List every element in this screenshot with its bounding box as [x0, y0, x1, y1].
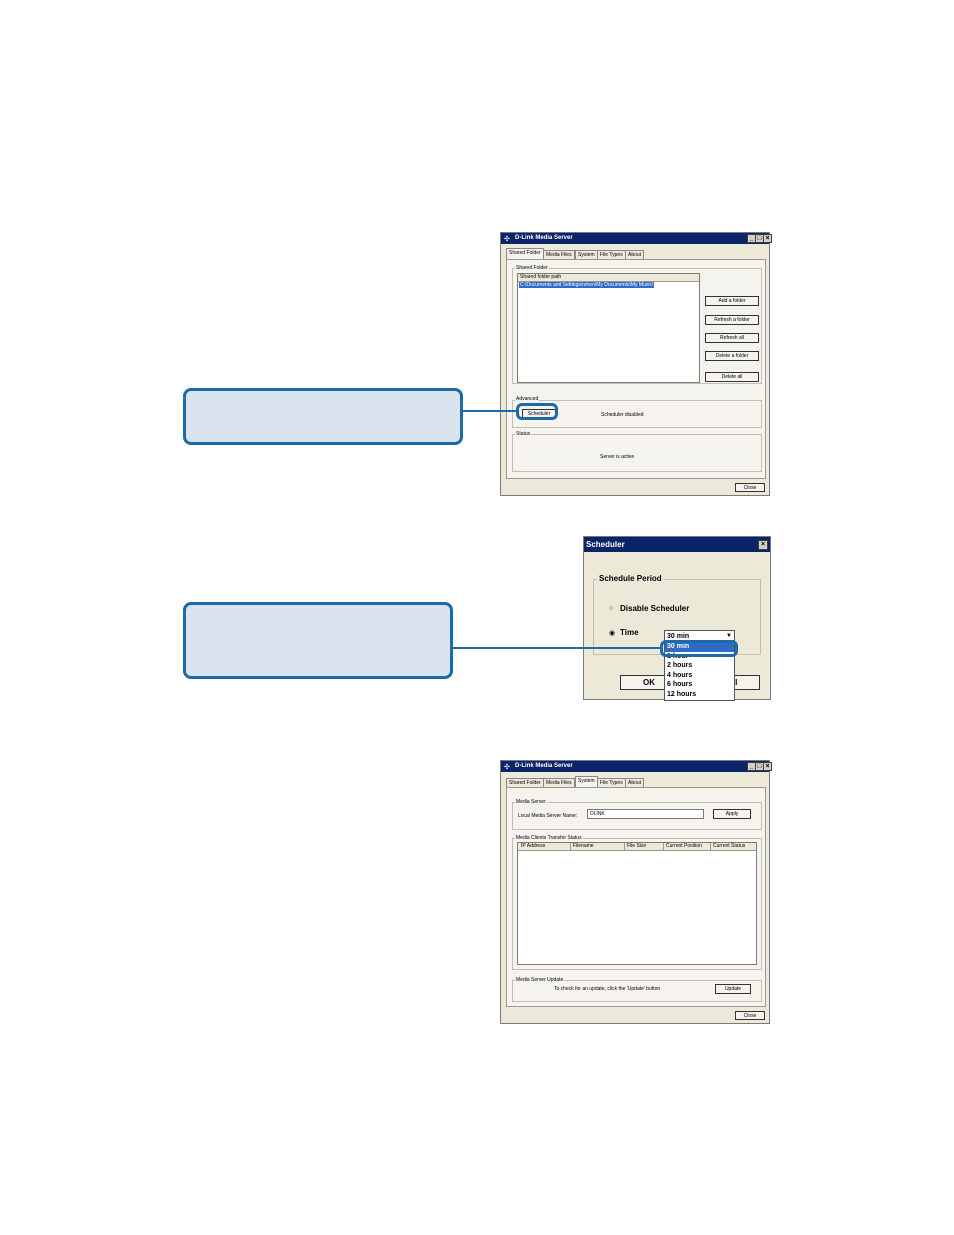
- tab-about[interactable]: About: [625, 250, 645, 259]
- option-6-hours[interactable]: 6 hours: [665, 680, 734, 690]
- server-status-text: Server is active: [600, 454, 635, 460]
- tab-about-2[interactable]: About: [625, 778, 645, 787]
- scheduler-close-button[interactable]: ×: [758, 540, 768, 550]
- column-ip-address[interactable]: IP Address: [521, 843, 545, 850]
- advanced-label: Advanced: [515, 396, 540, 402]
- app-icon-2: ✣: [504, 764, 510, 771]
- scheduler-status: Scheduler disabled: [601, 412, 644, 418]
- column-current-position[interactable]: Current Position: [663, 843, 702, 850]
- transfer-table-header: IP Address Filename File Size Current Po…: [518, 843, 756, 851]
- tab-shared-folder[interactable]: Shared Folder: [506, 248, 544, 259]
- add-folder-button[interactable]: Add a folder: [705, 296, 759, 306]
- tab-system-2[interactable]: System: [575, 776, 598, 787]
- disable-radio[interactable]: ○: [609, 605, 613, 612]
- list-item-music[interactable]: C:\Documents and Settings\rshen\My Docum…: [519, 282, 655, 288]
- title-bar: D-Link Media Server: [501, 233, 769, 244]
- time-callout: [183, 602, 453, 679]
- transfer-status-label: Media Clients Transfer Status: [515, 835, 583, 841]
- status-label: Status: [515, 431, 532, 437]
- server-name-label: Local Media Server Name:: [518, 813, 578, 819]
- transfer-status-table[interactable]: IP Address Filename File Size Current Po…: [517, 842, 757, 965]
- system-panel: Media Server Local Media Server Name: DL…: [506, 787, 766, 1007]
- shared-folder-label: Shared Folder: [515, 265, 549, 271]
- close-window-button[interactable]: Close: [735, 483, 765, 492]
- scheduler-callout: [183, 388, 463, 445]
- media-server-label: Media Server: [515, 799, 547, 805]
- tab-shared-folder-2[interactable]: Shared Folder: [506, 778, 544, 787]
- tab-media-files-2[interactable]: Media Files: [543, 778, 575, 787]
- close-window-button-2[interactable]: Close: [735, 1011, 765, 1020]
- delete-folder-button[interactable]: Delete a folder: [705, 351, 759, 361]
- time-label[interactable]: Time: [620, 628, 639, 637]
- refresh-folder-button[interactable]: Refresh a folder: [705, 315, 759, 325]
- option-highlight: [660, 640, 738, 657]
- server-name-input[interactable]: DLINK: [587, 809, 704, 819]
- option-12-hours[interactable]: 12 hours: [665, 690, 734, 700]
- media-server-window: D-Link Media Server ✣ _ □ × Shared Folde…: [500, 232, 772, 496]
- tab-strip: Shared Folder Media Files System File Ty…: [506, 248, 766, 259]
- title-bar-2: D-Link Media Server: [501, 761, 769, 772]
- tab-strip-2: Shared Folder Media Files System File Ty…: [506, 776, 766, 787]
- refresh-all-button[interactable]: Refresh all: [705, 333, 759, 343]
- option-2-hours[interactable]: 2 hours: [665, 661, 734, 671]
- column-current-status[interactable]: Current Status: [710, 843, 745, 850]
- close-button-2[interactable]: ×: [763, 762, 772, 771]
- list-header-path[interactable]: Shared folder path: [518, 274, 699, 282]
- tab-panel: Shared Folder Shared folder path C:\Docu…: [506, 259, 766, 479]
- time-radio[interactable]: ◉: [609, 629, 615, 637]
- option-4-hours[interactable]: 4 hours: [665, 671, 734, 681]
- column-filename[interactable]: Filename: [570, 843, 594, 850]
- update-button[interactable]: Update: [715, 984, 751, 994]
- app-icon: ✣: [504, 236, 510, 243]
- tab-file-types[interactable]: File Types: [597, 250, 626, 259]
- delete-all-button[interactable]: Delete all: [705, 372, 759, 382]
- apply-button[interactable]: Apply: [713, 809, 751, 819]
- scheduler-highlight: [516, 403, 558, 420]
- disable-scheduler-label[interactable]: Disable Scheduler: [620, 604, 689, 613]
- schedule-period-label: Schedule Period: [597, 574, 664, 583]
- callout-connector-2: [452, 647, 660, 649]
- shared-folder-list[interactable]: Shared folder path C:\Documents and Sett…: [517, 273, 700, 383]
- status-group: [512, 434, 762, 472]
- scheduler-title: Scheduler: [586, 540, 625, 549]
- close-button[interactable]: ×: [763, 234, 772, 243]
- window-title-2: D-Link Media Server: [515, 763, 573, 769]
- window-title: D-Link Media Server: [515, 235, 573, 241]
- callout-connector: [462, 410, 516, 412]
- tab-file-types-2[interactable]: File Types: [597, 778, 626, 787]
- column-file-size[interactable]: File Size: [624, 843, 646, 850]
- tab-system[interactable]: System: [575, 250, 598, 259]
- server-name-value: DLINK: [590, 811, 605, 817]
- tab-media-files[interactable]: Media Files: [543, 250, 575, 259]
- update-instructions: To check for an update, click the 'Updat…: [554, 986, 661, 992]
- scheduler-dialog: Scheduler × Schedule Period ○ Disable Sc…: [583, 536, 771, 701]
- scheduler-title-bar: Scheduler: [584, 537, 770, 552]
- update-label: Media Server Update: [515, 977, 565, 983]
- media-server-system-window: D-Link Media Server ✣ _ □ × Shared Folde…: [500, 760, 772, 1024]
